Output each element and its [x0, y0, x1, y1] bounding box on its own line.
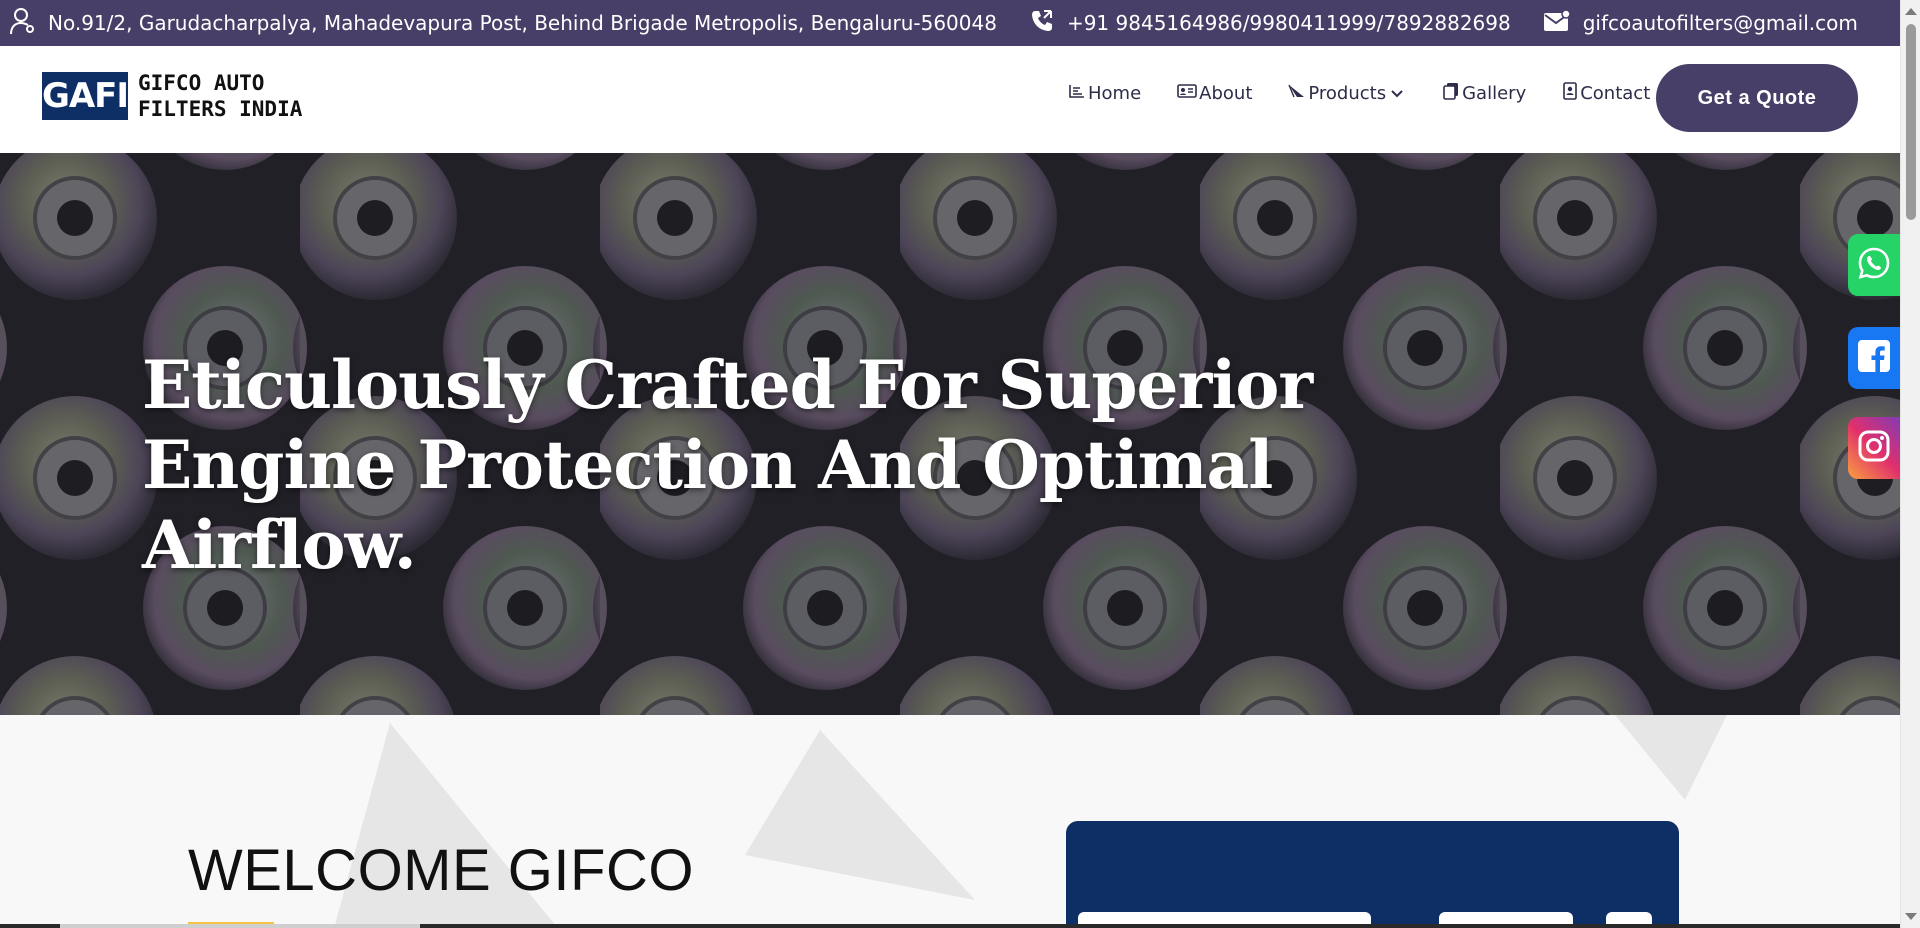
instagram-button[interactable]: [1848, 417, 1900, 479]
nav-label: Gallery: [1462, 83, 1527, 104]
nav-item-home[interactable]: Home: [1068, 83, 1141, 104]
facebook-button[interactable]: [1848, 327, 1900, 389]
home-list-icon: [1068, 83, 1088, 104]
logo-mark: GAFI: [42, 72, 129, 120]
page-scrollbar[interactable]: [1900, 0, 1920, 928]
hero-title: Eticulously Crafted For Superior Engine …: [142, 346, 1313, 584]
company-image-card: [1066, 821, 1679, 928]
whatsapp-icon: [1856, 245, 1892, 285]
paper-plane-icon: [1288, 83, 1308, 104]
site-header: GAFI GIFCO AUTO FILTERS INDIA Home About…: [0, 46, 1900, 153]
chevron-down-icon: [1390, 83, 1406, 104]
logo-wordmark: GIFCO AUTO FILTERS INDIA: [138, 70, 302, 122]
phone-icon: [1029, 8, 1067, 39]
email-text: gifcoautofilters@gmail.com: [1582, 11, 1858, 35]
envelope-icon: [1543, 8, 1583, 38]
person-location-icon: [10, 7, 48, 40]
phone-text: +91 9845164986/9980411999/7892882698: [1066, 11, 1511, 35]
bottom-bar: [0, 924, 1900, 928]
top-info-bar: No.91/2, Garudacharpalya, Mahadevapura P…: [0, 0, 1900, 46]
scroll-down-arrow-icon[interactable]: [1905, 913, 1917, 920]
main-nav: Home About Products Gallery Contact: [1068, 82, 1686, 105]
phone-info[interactable]: +91 9845164986/9980411999/7892882698: [1029, 8, 1511, 39]
nav-item-about[interactable]: About: [1177, 83, 1252, 104]
nav-item-contact[interactable]: Contact: [1562, 82, 1650, 105]
nav-label: Contact: [1580, 83, 1651, 104]
nav-label: Home: [1088, 83, 1142, 104]
instagram-icon: [1857, 429, 1891, 467]
nav-label: Products: [1308, 83, 1387, 104]
nav-label: About: [1199, 83, 1253, 104]
facebook-icon: [1857, 339, 1891, 377]
address-info: No.91/2, Garudacharpalya, Mahadevapura P…: [10, 7, 997, 40]
decorative-triangle: [1615, 715, 1727, 800]
nav-item-products[interactable]: Products: [1288, 83, 1406, 104]
get-quote-button[interactable]: Get a Quote: [1656, 64, 1858, 132]
welcome-title: WELCOME GIFCO: [188, 838, 694, 903]
site-logo[interactable]: GAFI GIFCO AUTO FILTERS INDIA: [42, 70, 302, 122]
decorative-triangle: [745, 730, 975, 900]
whatsapp-button[interactable]: [1848, 234, 1900, 296]
scroll-up-arrow-icon[interactable]: [1905, 8, 1917, 15]
address-text: No.91/2, Garudacharpalya, Mahadevapura P…: [48, 11, 997, 35]
contact-book-icon: [1562, 82, 1580, 105]
id-card-icon: [1177, 83, 1199, 104]
welcome-section: WELCOME GIFCO: [0, 715, 1900, 928]
scrollbar-thumb[interactable]: [1906, 24, 1916, 220]
bottom-bar-highlight: [60, 924, 420, 928]
email-info[interactable]: gifcoautofilters@gmail.com: [1543, 8, 1858, 38]
copy-icon: [1442, 82, 1462, 105]
hero-banner: Eticulously Crafted For Superior Engine …: [0, 153, 1900, 715]
logo-line-2: FILTERS INDIA: [138, 97, 303, 121]
nav-item-gallery[interactable]: Gallery: [1442, 82, 1526, 105]
page: No.91/2, Garudacharpalya, Mahadevapura P…: [0, 0, 1920, 928]
logo-line-1: GIFCO AUTO: [138, 71, 265, 95]
